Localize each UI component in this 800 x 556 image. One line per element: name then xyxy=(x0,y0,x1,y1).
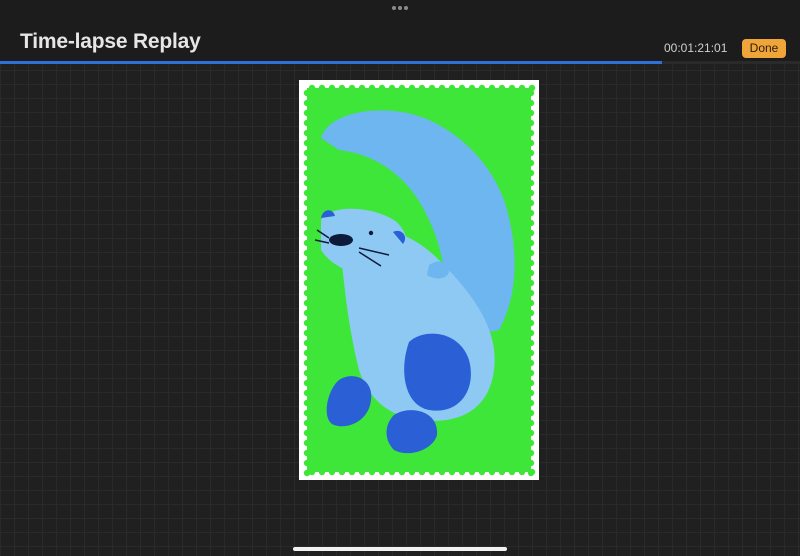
otter-eye xyxy=(368,230,374,236)
top-bar: Time-lapse Replay 00:01:21:01 Done xyxy=(0,0,800,62)
otter-nose xyxy=(329,234,353,246)
artwork-canvas xyxy=(299,80,539,480)
done-button[interactable]: Done xyxy=(742,39,786,58)
timelapse-screen: Time-lapse Replay 00:01:21:01 Done xyxy=(0,0,800,556)
playback-scrubber[interactable] xyxy=(0,61,800,64)
page-title: Time-lapse Replay xyxy=(20,30,201,53)
playback-progress-fill xyxy=(0,61,662,64)
more-dots-icon[interactable] xyxy=(392,5,408,11)
timecode-readout: 00:01:21:01 xyxy=(664,41,728,55)
home-indicator[interactable] xyxy=(293,547,507,551)
